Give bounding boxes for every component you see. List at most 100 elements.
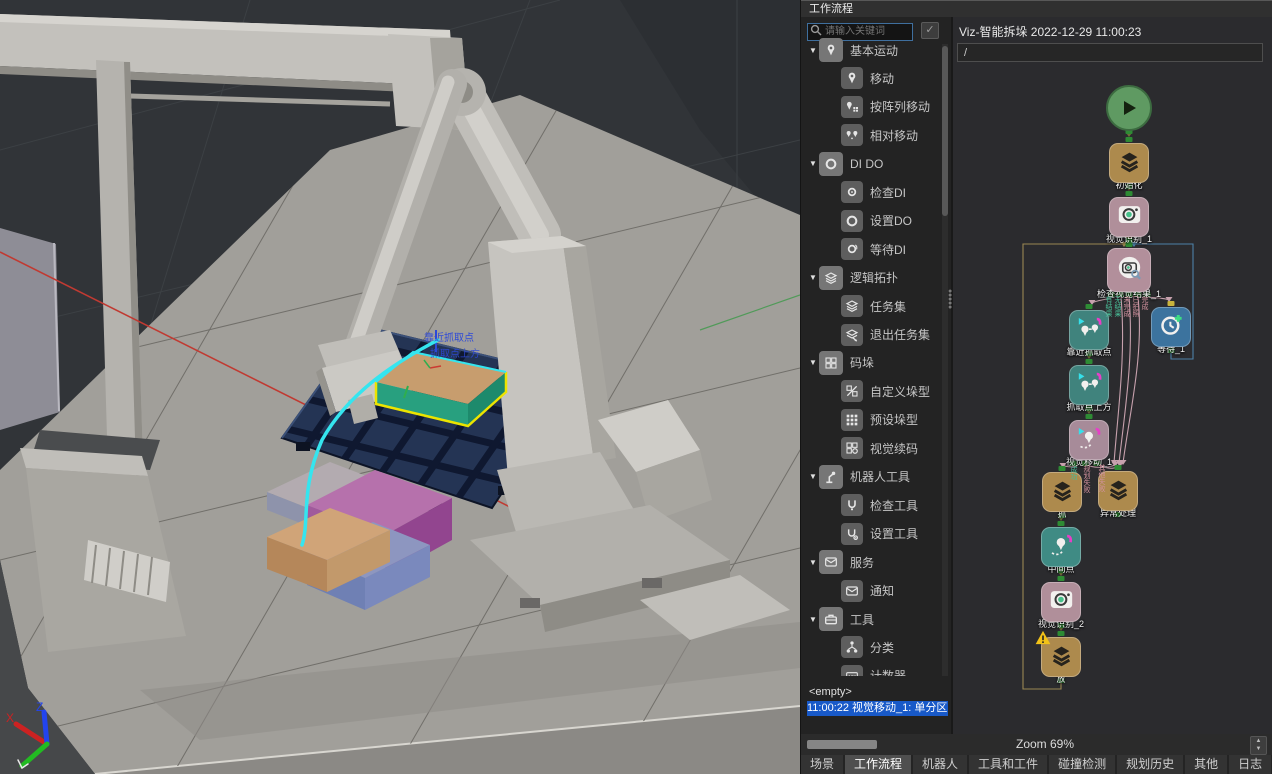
tree-label: 检查工具 [870, 497, 918, 514]
annotation-approach-point: 靠近抓取点 [424, 331, 474, 344]
tree-item-tool-set[interactable]: 设置工具 [803, 520, 939, 548]
flow-node-vmove[interactable]: 视觉移动_1 [1057, 420, 1121, 467]
flow-node-check[interactable]: 检查视觉结果_1 [1097, 248, 1161, 299]
axis-z-label: Z [36, 700, 43, 714]
init-node-box[interactable] [1109, 143, 1149, 183]
layers-icon [1048, 641, 1075, 673]
tree-item-ring-wait[interactable]: 等待DI [803, 235, 939, 263]
mid-node-box[interactable] [1041, 527, 1081, 567]
tree-item-ring-di[interactable]: 检查DI [803, 178, 939, 206]
step-library-tree: ▼ 基本运动移动按阵列移动相对移动▼DI DO检查DI设置DO等待DI▼逻辑拓扑任… [803, 36, 939, 676]
tree-item-ring[interactable]: 设置DO [803, 207, 939, 235]
chevron-down-icon[interactable]: ▼ [809, 358, 819, 367]
tree-scrollbar[interactable] [942, 44, 948, 676]
chevron-down-icon[interactable]: ▼ [809, 472, 819, 481]
tree-label: 机器人工具 [850, 468, 910, 485]
tree-item-layers[interactable]: 任务集 [803, 292, 939, 320]
tree-group-robot[interactable]: ▼ 机器人工具 [803, 463, 939, 491]
above-node-box[interactable] [1069, 365, 1109, 405]
layers-icon [1049, 476, 1076, 508]
tool-set-icon [841, 523, 863, 545]
layers-icon [1116, 147, 1143, 179]
tree-group-message[interactable]: ▼服务 [803, 548, 939, 576]
tree-group-pin[interactable]: ▼ 基本运动 [803, 36, 939, 64]
chevron-down-icon[interactable]: ▼ [809, 159, 819, 168]
chevron-down-icon[interactable]: ▼ [809, 46, 819, 55]
place-node-box[interactable] [1041, 637, 1081, 677]
pallet-custom-icon [841, 380, 863, 402]
tab-工作流程[interactable]: 工作流程 [845, 755, 911, 774]
flow-node-place[interactable]: 放 [1029, 637, 1093, 684]
tree-label: 计数器 [870, 667, 906, 676]
tree-item-pin-pair[interactable]: 相对移动 [803, 121, 939, 149]
vmove-node-box[interactable] [1069, 420, 1109, 460]
tab-日志[interactable]: 日志 [1229, 755, 1271, 774]
tree-item-pallet-preset[interactable]: 预设垛型 [803, 406, 939, 434]
tree-item-classify[interactable]: 分类 [803, 633, 939, 661]
wait1-node-box[interactable] [1151, 307, 1191, 347]
tree-group-pallet[interactable]: ▼码垛 [803, 349, 939, 377]
tree-label: 分类 [870, 639, 894, 656]
3d-viewport[interactable]: 靠近抓取点 抓取点上方 X Z [0, 0, 800, 774]
tab-场景[interactable]: 场景 [801, 755, 843, 774]
flowchart-canvas[interactable]: 初始化视觉识别_1检查视觉结果_1靠近抓取点等待_1抓取点上方视觉移动_1抓异常… [956, 70, 1270, 700]
tab-规划历史[interactable]: 规划历史 [1117, 755, 1183, 774]
edge-label: 有结果 [1104, 296, 1112, 317]
vision2-node-box[interactable] [1041, 582, 1081, 622]
tree-item-counter[interactable]: 123计数器 [803, 662, 939, 676]
start-node-box[interactable] [1106, 85, 1152, 131]
flow-node-approach[interactable]: 靠近抓取点 [1057, 310, 1121, 357]
tree-item-pallet-custom[interactable]: 自定义垛型 [803, 377, 939, 405]
ring-icon [841, 210, 863, 232]
chevron-down-icon[interactable]: ▼ [809, 273, 819, 282]
tree-splitter-handle[interactable]: ●●●●● [948, 290, 952, 310]
ring-icon [819, 152, 843, 176]
flow-node-init[interactable]: 初始化 [1097, 143, 1161, 190]
tree-label: 退出任务集 [870, 326, 930, 343]
breadcrumb[interactable]: / [957, 43, 1263, 62]
flow-node-mid[interactable]: 中间点 [1029, 527, 1093, 574]
wait-icon [1158, 311, 1185, 343]
vision1-node-box[interactable] [1109, 197, 1149, 237]
layers-icon [819, 266, 843, 290]
tab-碰撞检测[interactable]: 碰撞检测 [1049, 755, 1115, 774]
log-entry-selected[interactable]: 11:00:22 视觉移动_1: 单分区方形 [807, 701, 948, 716]
chevron-down-icon[interactable]: ▼ [809, 615, 819, 624]
flow-node-above[interactable]: 抓取点上方 [1057, 365, 1121, 412]
search-icon [810, 24, 822, 36]
flow-node-except[interactable]: 异常处理 [1086, 471, 1150, 518]
tree-group-toolbox[interactable]: ▼工具 [803, 605, 939, 633]
move-icon [1076, 369, 1103, 401]
tree-label: 移动 [870, 70, 894, 87]
tree-item-message[interactable]: 通知 [803, 577, 939, 605]
edge-label: 未完成 [1122, 296, 1130, 317]
waypoint-icon [1048, 531, 1075, 563]
camera-check-icon [1116, 254, 1143, 286]
check-node-box[interactable] [1107, 248, 1151, 292]
pin-grid-icon [841, 96, 863, 118]
tree-group-layers[interactable]: ▼逻辑拓扑 [803, 264, 939, 292]
ring-wait-icon [841, 238, 863, 260]
tree-label: 基本运动 [850, 42, 898, 59]
chevron-down-icon[interactable]: ▼ [809, 558, 819, 567]
layers-icon [1105, 475, 1132, 507]
tree-item-pin-grid[interactable]: 按阵列移动 [803, 93, 939, 121]
approach-node-box[interactable] [1069, 310, 1109, 350]
tab-其他[interactable]: 其他 [1185, 755, 1227, 774]
tab-机器人[interactable]: 机器人 [913, 755, 967, 774]
tree-scrollbar-thumb[interactable] [942, 46, 948, 216]
tree-item-pin[interactable]: 移动 [803, 64, 939, 92]
zoom-level-label: Zoom 69% [1016, 737, 1074, 751]
flow-node-wait1[interactable]: 等待_1 [1139, 307, 1203, 354]
tree-item-layers-exit[interactable]: 退出任务集 [803, 321, 939, 349]
flow-node-start[interactable] [1097, 85, 1161, 128]
tree-group-ring[interactable]: ▼DI DO [803, 150, 939, 178]
panel-title: 工作流程 [801, 0, 1272, 17]
tree-item-tool-check[interactable]: 检查工具 [803, 491, 939, 519]
flow-node-vision1[interactable]: 视觉识别_1 [1097, 197, 1161, 244]
tab-工具和工件[interactable]: 工具和工件 [969, 755, 1047, 774]
status-empty-label: <empty> [809, 686, 852, 698]
tree-item-pallet-vision[interactable]: 视觉续码 [803, 434, 939, 462]
zoom-spinner[interactable]: ▲▼ [1250, 736, 1267, 755]
flow-node-vision2[interactable]: 视觉识别_2 [1029, 582, 1093, 629]
